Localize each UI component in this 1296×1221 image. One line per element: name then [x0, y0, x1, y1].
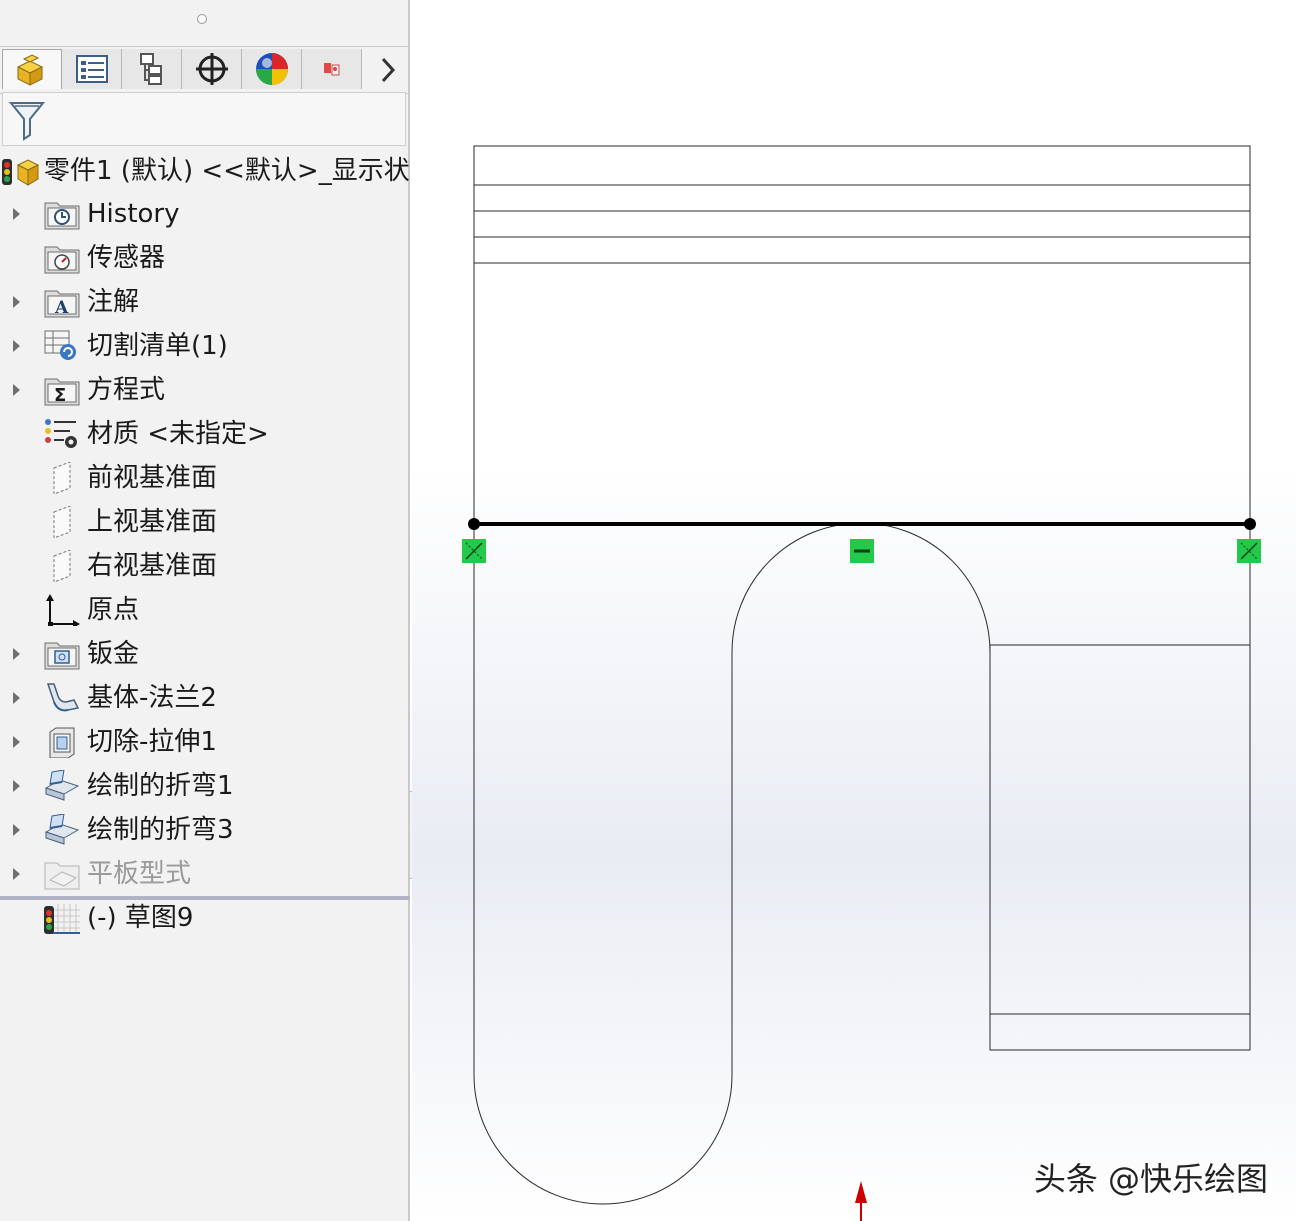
- expand-arrow-icon[interactable]: [13, 384, 20, 396]
- flat-pattern-icon: [44, 862, 80, 890]
- tree-item-label: History: [87, 199, 180, 229]
- coincident-relation-icon[interactable]: [462, 539, 486, 563]
- coincident-relation-icon[interactable]: [1237, 539, 1261, 563]
- tree-item-label: 注解: [87, 287, 140, 317]
- configuration-icon: [139, 53, 162, 85]
- sketch-endpoint[interactable]: [468, 518, 480, 530]
- tree-root-label: 零件1 (默认) <<默认>_显示状: [44, 156, 410, 186]
- sketch-icon: [44, 904, 80, 934]
- svg-text:A: A: [54, 298, 69, 318]
- tree-item-label: 切割清单(1): [87, 331, 228, 361]
- display-manager-tab[interactable]: [242, 49, 302, 89]
- equations-folder-icon: Σ: [44, 378, 80, 406]
- addin-tab[interactable]: [302, 49, 362, 89]
- expand-arrow-icon[interactable]: [13, 648, 20, 660]
- horizontal-relation-icon[interactable]: [850, 539, 874, 563]
- addin-icon: [323, 63, 339, 76]
- tree-item-equations[interactable]: Σ 方程式: [0, 370, 410, 410]
- origin-icon: [46, 594, 80, 626]
- tree-root-part[interactable]: 零件1 (默认) <<默认>_显示状: [0, 151, 410, 191]
- tree-item-base-flange[interactable]: 基体-法兰2: [0, 678, 410, 718]
- tree-item-history[interactable]: History: [0, 194, 410, 234]
- tree-filter-bar[interactable]: [2, 92, 406, 146]
- tree-item-top-plane[interactable]: 上视基准面: [0, 502, 410, 542]
- plane-icon: [53, 506, 71, 538]
- sketched-bend-icon: [44, 770, 80, 801]
- base-flange-icon: [46, 683, 80, 712]
- tree-item-cut-list[interactable]: 切割清单(1): [0, 326, 410, 366]
- material-icon: [45, 419, 77, 448]
- tree-item-label: 方程式: [87, 375, 166, 405]
- tree-item-sketch-9[interactable]: (-) 草图9: [0, 898, 410, 938]
- tree-item-label: 绘制的折弯3: [87, 815, 234, 845]
- expand-arrow-icon[interactable]: [13, 692, 20, 704]
- property-list-icon: [75, 55, 108, 83]
- tab-outline[interactable]: [989, 644, 1251, 1051]
- svg-text:Σ: Σ: [54, 385, 66, 406]
- featuremanager-tab[interactable]: [2, 49, 62, 89]
- tree-item-label: 传感器: [87, 243, 166, 273]
- tree-item-label: 原点: [87, 595, 140, 625]
- expand-arrow-icon[interactable]: [13, 736, 20, 748]
- tree-item-label: 平板型式: [87, 859, 192, 889]
- sketch-endpoint[interactable]: [1244, 518, 1256, 530]
- chevron-right-icon: [381, 57, 396, 83]
- part-status-icon: [2, 159, 40, 186]
- cut-list-icon: [44, 330, 76, 360]
- expand-arrow-icon[interactable]: [13, 296, 20, 308]
- origin-arrow-icon: [855, 1181, 867, 1221]
- expand-arrow-icon[interactable]: [13, 208, 20, 220]
- sketched-bend-icon: [44, 814, 80, 845]
- slot-profile[interactable]: [473, 522, 991, 1205]
- tree-item-label: 上视基准面: [87, 507, 218, 537]
- crosshair-icon: [195, 53, 228, 85]
- tree-item-origin[interactable]: 原点: [0, 590, 410, 630]
- filter-funnel-icon[interactable]: [9, 99, 45, 141]
- tree-item-right-plane[interactable]: 右视基准面: [0, 546, 410, 586]
- expand-arrow-icon[interactable]: [13, 340, 20, 352]
- graphics-viewport[interactable]: 头条 @快乐绘图: [412, 0, 1296, 1221]
- tree-item-extruded-cut[interactable]: 切除-拉伸1: [0, 722, 410, 762]
- propertymanager-tab[interactable]: [62, 49, 122, 89]
- tree-item-label: 材质 <未指定>: [87, 419, 269, 449]
- manager-tab-bar: [0, 46, 410, 94]
- sensor-folder-icon: [44, 246, 80, 274]
- tree-item-label: 前视基准面: [87, 463, 218, 493]
- tree-item-label: 绘制的折弯1: [87, 771, 234, 801]
- expand-arrow-icon[interactable]: [13, 780, 20, 792]
- feature-manager-panel: 零件1 (默认) <<默认>_显示状 History 传感器 A 注解 切割清单…: [0, 0, 410, 1221]
- plane-icon: [53, 462, 71, 494]
- tree-item-sketched-bend-1[interactable]: 绘制的折弯1: [0, 766, 410, 806]
- extruded-cut-icon: [49, 727, 75, 758]
- sheet-metal-folder-icon: [44, 642, 80, 670]
- dimxpert-tab[interactable]: [182, 49, 242, 89]
- tree-item-label: 基体-法兰2: [87, 683, 217, 713]
- panel-grip-handle[interactable]: [197, 14, 207, 24]
- annotation-folder-icon: A: [44, 290, 80, 318]
- tree-item-sheet-metal[interactable]: 钣金: [0, 634, 410, 674]
- tree-item-label: 切除-拉伸1: [87, 727, 217, 757]
- watermark-text: 头条 @快乐绘图: [1033, 1160, 1268, 1198]
- tree-item-sketched-bend-3[interactable]: 绘制的折弯3: [0, 810, 410, 850]
- tree-item-front-plane[interactable]: 前视基准面: [0, 458, 410, 498]
- tab-scroll-right-button[interactable]: [368, 51, 408, 89]
- appearance-sphere-icon: [255, 53, 288, 85]
- tree-item-sensors[interactable]: 传感器: [0, 238, 410, 278]
- plane-icon: [53, 550, 71, 582]
- tree-item-label: (-) 草图9: [87, 903, 194, 933]
- history-folder-icon: [44, 202, 80, 230]
- part-icon: [16, 53, 44, 86]
- configurationmanager-tab[interactable]: [122, 49, 182, 89]
- tree-item-label: 右视基准面: [87, 551, 218, 581]
- tree-item-annotations[interactable]: A 注解: [0, 282, 410, 322]
- tree-item-material[interactable]: 材质 <未指定>: [0, 414, 410, 454]
- tree-item-label: 钣金: [87, 639, 140, 669]
- tree-item-flat-pattern[interactable]: 平板型式: [0, 854, 410, 894]
- expand-arrow-icon[interactable]: [13, 868, 20, 880]
- expand-arrow-icon[interactable]: [13, 824, 20, 836]
- flange-face-outline[interactable]: [473, 145, 1251, 525]
- sketch-canvas[interactable]: [412, 0, 1296, 1221]
